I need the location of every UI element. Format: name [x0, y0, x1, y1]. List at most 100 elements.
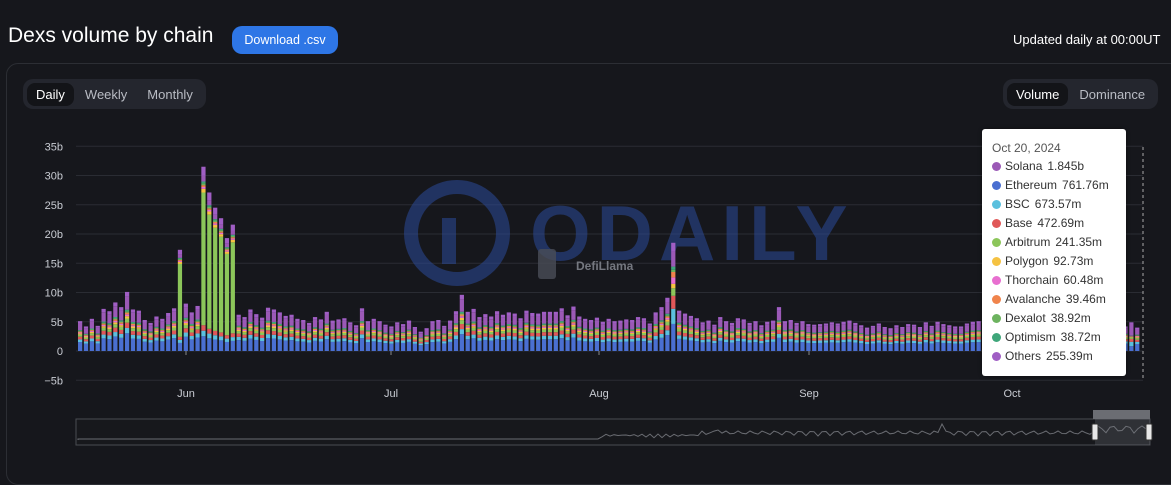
bar-segment-avalanche [154, 329, 158, 330]
bar-segment-thorchain [624, 331, 628, 332]
bar-segment-ethereum [113, 336, 117, 351]
bar-segment-thorchain [395, 333, 399, 334]
bar-segment-bsc [530, 336, 534, 339]
bar-segment-solana [213, 215, 217, 219]
bar-segment-arbitrum [906, 336, 910, 338]
bar-segment-bsc [190, 336, 194, 339]
bar-segment-arbitrum [195, 326, 199, 329]
bar-segment-arbitrum [201, 193, 205, 326]
bar-segment-ethereum [336, 342, 340, 351]
bar-segment-others [225, 238, 229, 244]
bar-segment-avalanche [853, 333, 857, 334]
bar-segment-arbitrum [607, 333, 611, 335]
navigator-right-handle[interactable] [1146, 424, 1152, 440]
bar-segment-ethereum [947, 343, 951, 351]
bar-segment-thorchain [119, 324, 123, 325]
bar-segment-dexalot [595, 329, 599, 330]
bar-segment-arbitrum [307, 336, 311, 338]
bar-segment-thorchain [413, 336, 417, 337]
bar-segment-optimism [90, 328, 94, 329]
bar-segment-others [272, 309, 276, 312]
bar-segment-optimism [783, 330, 787, 331]
bar-segment-solana [759, 327, 763, 333]
bar-segment-avalanche [648, 333, 652, 334]
bar-segment-thorchain [184, 322, 188, 323]
bar-segment-solana [577, 319, 581, 327]
bar-segment-others [648, 324, 652, 326]
bar-segment-dexalot [742, 330, 746, 331]
bar-segment-thorchain [284, 329, 288, 330]
bar-segment-thorchain [871, 335, 875, 336]
bar-segment-ethereum [477, 341, 481, 351]
bar-segment-ethereum [425, 344, 429, 351]
bar-segment-solana [818, 326, 822, 332]
bar-segment-thorchain [154, 330, 158, 331]
bar-segment-optimism [78, 330, 82, 331]
bar-segment-bsc [677, 335, 681, 339]
bar-segment-base [507, 332, 511, 335]
bar-segment-base [560, 331, 564, 335]
bar-segment-base [325, 332, 329, 336]
bar-segment-optimism [507, 324, 511, 325]
bar-segment-avalanche [877, 333, 881, 334]
bar-segment-ethereum [295, 341, 299, 351]
bar-segment-polygon [659, 325, 663, 327]
bar-segment-thorchain [178, 261, 182, 262]
bar-segment-solana [284, 319, 288, 327]
bar-segment-solana [383, 327, 387, 333]
bar-segment-bsc [771, 339, 775, 342]
bar-segment-ethereum [906, 343, 910, 351]
bar-segment-solana [219, 225, 223, 229]
tooltip-series-value: 39.46m [1066, 292, 1106, 306]
bar-segment-base [231, 333, 235, 337]
bar-segment-arbitrum [730, 336, 734, 338]
bar-segment-dexalot [730, 332, 734, 333]
bar-segment-polygon [442, 336, 446, 337]
bar-segment-bsc [207, 334, 211, 339]
bar-segment-avalanche [836, 333, 840, 334]
bar-segment-base [366, 337, 370, 340]
bar-segment-others [706, 321, 710, 323]
bar-segment-ethereum [507, 339, 511, 351]
bar-segment-bsc [407, 339, 411, 342]
bar-segment-arbitrum [295, 333, 299, 335]
bar-segment-base [701, 337, 705, 340]
bar-segment-others [284, 316, 288, 319]
bar-segment-avalanche [565, 328, 569, 329]
bar-segment-base [524, 332, 528, 336]
bar-segment-dexalot [830, 332, 834, 333]
bar-segment-arbitrum [395, 335, 399, 337]
bar-segment-dexalot [501, 327, 505, 328]
bar-segment-polygon [859, 336, 863, 337]
bar-segment-solana [695, 321, 699, 328]
bar-segment-ethereum [965, 343, 969, 351]
bar-segment-polygon [219, 234, 223, 237]
bar-segment-optimism [894, 333, 898, 334]
bar-segment-ethereum [800, 342, 804, 351]
bar-segment-avalanche [689, 328, 693, 329]
tooltip-series-name: Polygon [1005, 254, 1048, 268]
range-navigator[interactable] [76, 410, 1152, 445]
bar-segment-thorchain [172, 325, 176, 326]
bar-segment-optimism [953, 334, 957, 335]
bar-segment-others [166, 313, 170, 316]
bar-segment-thorchain [789, 332, 793, 333]
bar-segment-thorchain [836, 334, 840, 335]
bar-segment-dexalot [378, 331, 382, 332]
bar-segment-dexalot [284, 327, 288, 328]
bar-segment-base [648, 338, 652, 340]
bar-segment-polygon [618, 333, 622, 334]
bar-segment-others [372, 319, 376, 322]
bar-segment-avalanche [671, 272, 675, 277]
bar-segment-bsc [195, 333, 199, 337]
bar-segment-thorchain [301, 332, 305, 333]
bar-segment-thorchain [695, 331, 699, 332]
bar-segment-base [924, 337, 928, 340]
bar-segment-arbitrum [841, 335, 845, 337]
navigator-left-handle[interactable] [1092, 424, 1098, 440]
bar-segment-solana [501, 318, 505, 326]
bar-segment-others [237, 315, 241, 318]
bar-segment-optimism [160, 328, 164, 329]
bar-segment-thorchain [319, 331, 323, 332]
bar-segment-arbitrum [548, 329, 552, 332]
